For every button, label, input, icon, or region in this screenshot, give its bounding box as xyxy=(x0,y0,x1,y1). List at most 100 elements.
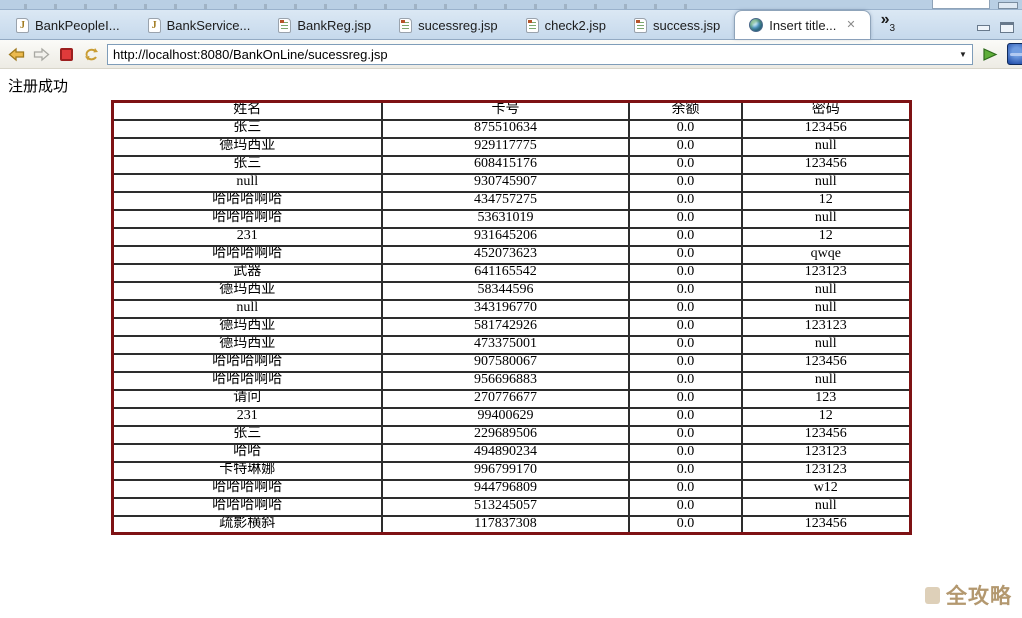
stop-icon xyxy=(60,48,73,61)
editor-tab-label: success.jsp xyxy=(653,19,720,32)
editor-tab[interactable]: Insert title... ✕ xyxy=(734,10,870,39)
table-row: 哈哈哈啊哈 53631019 0.0 null xyxy=(112,210,910,228)
jsp-file-icon xyxy=(526,18,539,33)
url-input[interactable] xyxy=(108,46,954,63)
go-button[interactable] xyxy=(982,47,998,62)
chevron-overflow-icon: » xyxy=(881,13,890,27)
table-row: 疏影横斜 117837308 0.0 123456 xyxy=(112,516,910,534)
browser-viewport: 注册成功 姓名 卡号 余额 密码 xyxy=(0,69,1022,618)
table-row: 张三 608415176 0.0 123456 xyxy=(112,156,910,174)
cell-name: 哈哈哈啊哈 xyxy=(112,354,382,372)
cell-balance: 0.0 xyxy=(629,246,742,264)
editor-tab[interactable]: J BankPeopleI... xyxy=(2,11,134,39)
forward-button[interactable] xyxy=(32,45,50,63)
editor-tab-label: sucessreg.jsp xyxy=(418,19,497,32)
cell-name: 哈哈哈啊哈 xyxy=(112,246,382,264)
table-row: 哈哈哈啊哈 452073623 0.0 qwqe xyxy=(112,246,910,264)
cell-name: 疏影横斜 xyxy=(112,516,382,534)
cell-balance: 0.0 xyxy=(629,516,742,534)
editor-tab[interactable]: J BankService... xyxy=(134,11,265,39)
cell-name: 231 xyxy=(112,408,382,426)
cell-password: 12 xyxy=(742,408,910,426)
back-button[interactable] xyxy=(7,45,25,63)
cell-name: 德玛西亚 xyxy=(112,336,382,354)
cell-balance: 0.0 xyxy=(629,156,742,174)
editor-tab[interactable]: BankReg.jsp xyxy=(264,11,385,39)
cell-card-number: 930745907 xyxy=(382,174,629,192)
table-row: null 930745907 0.0 null xyxy=(112,174,910,192)
cell-balance: 0.0 xyxy=(629,264,742,282)
cell-card-number: 434757275 xyxy=(382,192,629,210)
back-arrow-icon xyxy=(8,47,25,62)
cell-card-number: 53631019 xyxy=(382,210,629,228)
cell-card-number: 473375001 xyxy=(382,336,629,354)
cell-name: 哈哈哈啊哈 xyxy=(112,372,382,390)
refresh-icon xyxy=(83,46,100,62)
cell-card-number: 494890234 xyxy=(382,444,629,462)
toolbar-icon-fragments xyxy=(4,4,704,9)
browser-toolbar: ▼ xyxy=(0,40,1022,69)
cell-balance: 0.0 xyxy=(629,300,742,318)
table-row: 张三 875510634 0.0 123456 xyxy=(112,120,910,138)
cell-card-number: 931645206 xyxy=(382,228,629,246)
refresh-button[interactable] xyxy=(82,45,100,63)
tab-overflow-indicator[interactable]: » 3 xyxy=(881,13,895,39)
cell-name: 哈哈哈啊哈 xyxy=(112,498,382,516)
chevron-down-icon[interactable]: ▼ xyxy=(954,45,972,64)
table-row: null 343196770 0.0 null xyxy=(112,300,910,318)
cell-name: 张三 xyxy=(112,120,382,138)
table-row: 德玛西亚 473375001 0.0 null xyxy=(112,336,910,354)
cell-card-number: 270776677 xyxy=(382,390,629,408)
view-controls xyxy=(977,22,1022,39)
cell-card-number: 608415176 xyxy=(382,156,629,174)
cell-password: qwqe xyxy=(742,246,910,264)
cell-password: null xyxy=(742,138,910,156)
external-browser-icon[interactable] xyxy=(1007,43,1022,65)
cell-password: 123123 xyxy=(742,264,910,282)
cell-password: w12 xyxy=(742,480,910,498)
cell-card-number: 996799170 xyxy=(382,462,629,480)
table-header-cell: 余额 xyxy=(629,102,742,120)
java-file-icon: J xyxy=(16,18,29,33)
cell-name: null xyxy=(112,300,382,318)
editor-tab[interactable]: success.jsp xyxy=(620,11,734,39)
maximize-icon[interactable] xyxy=(1000,22,1014,33)
cell-card-number: 452073623 xyxy=(382,246,629,264)
cell-balance: 0.0 xyxy=(629,498,742,516)
close-icon[interactable]: ✕ xyxy=(846,20,855,31)
cell-card-number: 907580067 xyxy=(382,354,629,372)
cell-name: 德玛西亚 xyxy=(112,138,382,156)
cell-card-number: 229689506 xyxy=(382,426,629,444)
editor-tab[interactable]: check2.jsp xyxy=(512,11,620,39)
table-row: 哈哈哈啊哈 434757275 0.0 12 xyxy=(112,192,910,210)
globe-icon xyxy=(749,18,763,32)
cell-name: 哈哈哈啊哈 xyxy=(112,210,382,228)
table-header-cell: 密码 xyxy=(742,102,910,120)
cell-password: null xyxy=(742,498,910,516)
cell-balance: 0.0 xyxy=(629,120,742,138)
minimize-icon[interactable] xyxy=(977,25,990,31)
cell-balance: 0.0 xyxy=(629,444,742,462)
cell-name: 哈哈哈啊哈 xyxy=(112,480,382,498)
stop-button[interactable] xyxy=(57,45,75,63)
cell-balance: 0.0 xyxy=(629,408,742,426)
quick-access-box[interactable] xyxy=(932,0,990,9)
forward-arrow-icon xyxy=(33,47,50,62)
watermark: 全攻略 xyxy=(925,580,1012,610)
status-message: 注册成功 xyxy=(8,75,1022,96)
table-row: 武器 641165542 0.0 123123 xyxy=(112,264,910,282)
cell-password: 12 xyxy=(742,228,910,246)
table-header-cell: 卡号 xyxy=(382,102,629,120)
editor-tab[interactable]: sucessreg.jsp xyxy=(385,11,511,39)
window-controls-fragment xyxy=(998,2,1018,9)
cell-card-number: 929117775 xyxy=(382,138,629,156)
cell-password: 123456 xyxy=(742,426,910,444)
cell-card-number: 956696883 xyxy=(382,372,629,390)
cell-balance: 0.0 xyxy=(629,228,742,246)
watermark-logo-fragment xyxy=(925,587,940,604)
table-row: 哈哈哈啊哈 944796809 0.0 w12 xyxy=(112,480,910,498)
cell-balance: 0.0 xyxy=(629,138,742,156)
cell-balance: 0.0 xyxy=(629,318,742,336)
jsp-file-icon xyxy=(278,18,291,33)
jsp-file-icon xyxy=(634,18,647,33)
